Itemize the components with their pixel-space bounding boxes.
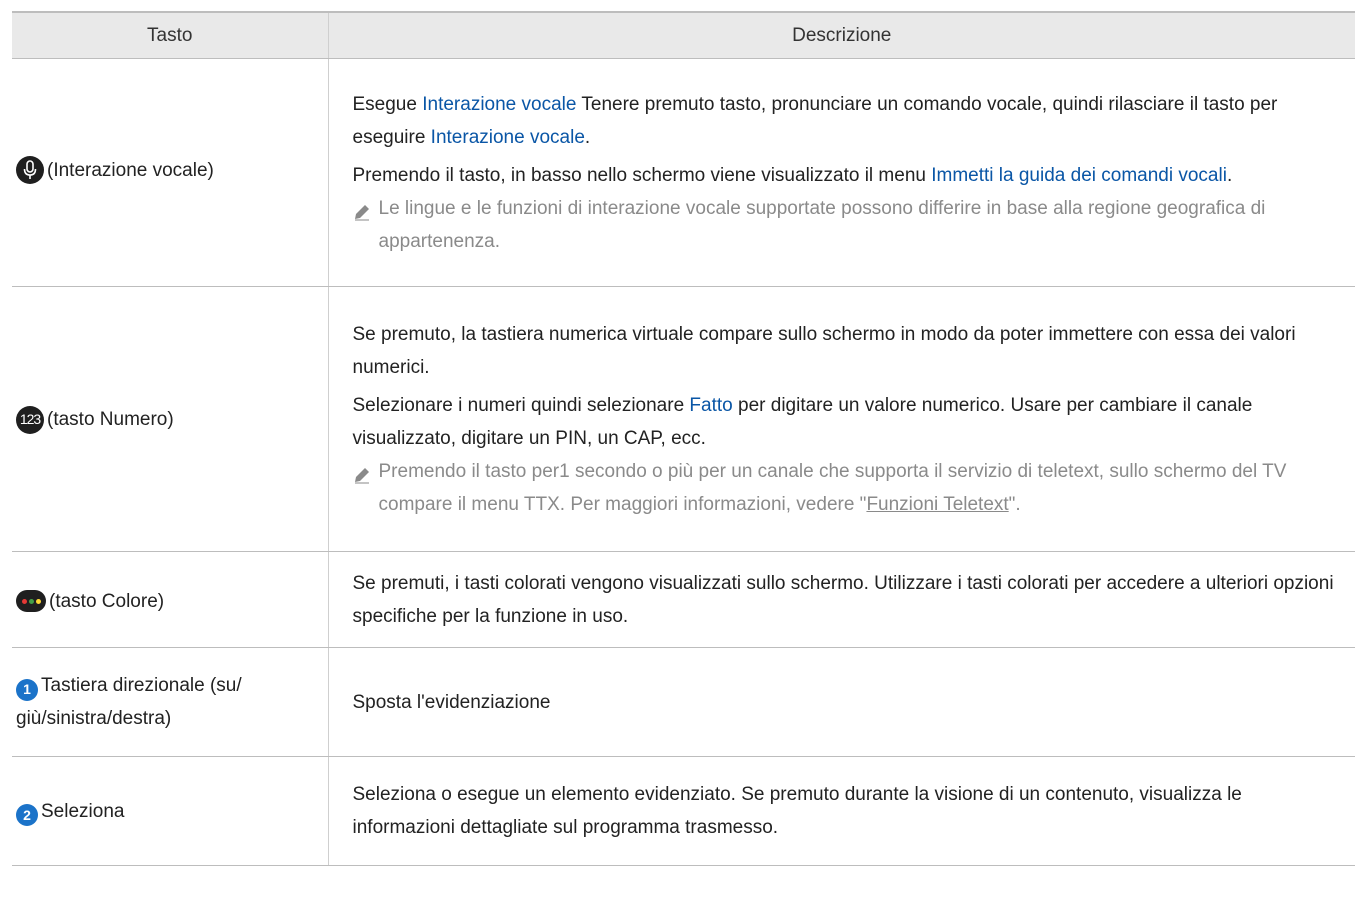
green-dot <box>28 598 34 604</box>
color-key-icon <box>16 590 46 612</box>
menu-link: Fatto <box>689 394 733 416</box>
description-cell-select: Seleziona o esegue un elemento evidenzia… <box>327 756 1355 866</box>
description-paragraph: Sposta l'evidenziazione <box>352 691 551 713</box>
description-paragraph: Selezionare i numeri quindi selezionare … <box>352 394 1253 449</box>
key-cell-select: 2 Seleziona <box>12 756 328 866</box>
badge-one-icon: 1 <box>16 678 38 701</box>
description-paragraph: Seleziona o esegue un elemento evidenzia… <box>352 784 1242 838</box>
key-label: (tasto Colore) <box>49 590 165 612</box>
note-text: Le lingue e le funzioni di interazione v… <box>378 197 1266 252</box>
table-row: 1 Tastiera direzionale (su/ giù/sinistra/… <box>12 647 1355 757</box>
note-text: Premendo il tasto per1 secondo o più per… <box>378 460 1287 515</box>
table-row: (Interazione vocale) Esegue Interazione … <box>12 58 1355 287</box>
key-label: Seleziona <box>41 800 125 822</box>
description-cell-voice: Esegue Interazione vocale Tenere premuto… <box>327 58 1355 287</box>
table-row: 123 (tasto Numero) Se premuto, la tastie… <box>12 286 1355 552</box>
yellow-dot <box>35 598 41 604</box>
pencil-icon <box>353 455 379 521</box>
description-cell-number: Se premuto, la tastiera numerica virtual… <box>327 286 1355 552</box>
number-key-icon: 123 <box>16 405 44 434</box>
table-header: Tasto Descrizione <box>12 11 1355 59</box>
red-dot <box>21 598 27 604</box>
header-description: Descrizione <box>327 11 1355 59</box>
note: Le lingue e le funzioni di interazione v… <box>353 192 1346 258</box>
key-label: (Interazione vocale) <box>47 159 214 181</box>
menu-link: Interazione vocale <box>430 126 585 148</box>
teletext-link[interactable]: Funzioni Teletext <box>866 494 1008 515</box>
description-cell-directional: Sposta l'evidenziazione <box>327 647 1355 757</box>
key-label: Tastiera direzionale (su/ giù/sinistra/d… <box>16 675 242 729</box>
description-paragraph: Premendo il tasto, in basso nello scherm… <box>352 164 1233 186</box>
microphone-icon <box>16 156 44 185</box>
menu-link: Immetti la guida dei comandi vocali <box>931 164 1227 186</box>
description-paragraph: Esegue Interazione vocale Tenere premuto… <box>352 93 1278 148</box>
description-paragraph: Se premuti, i tasti colorati vengono vis… <box>352 572 1334 627</box>
table-row: 2 Seleziona Seleziona o esegue un element… <box>12 756 1355 866</box>
page: Tasto Descrizione (Interazione vocale) E… <box>0 0 1357 901</box>
description-cell-color: Se premuti, i tasti colorati vengono vis… <box>327 551 1355 648</box>
table-row: (tasto Colore) Se premuti, i tasti color… <box>12 551 1355 648</box>
pencil-icon <box>353 192 379 258</box>
remote-keys-table: Tasto Descrizione (Interazione vocale) E… <box>12 11 1355 866</box>
menu-link: Interazione vocale <box>422 93 577 115</box>
key-cell-directional: 1 Tastiera direzionale (su/ giù/sinistra/… <box>12 647 328 757</box>
key-cell-voice: (Interazione vocale) <box>12 58 328 287</box>
note: Premendo il tasto per1 secondo o più per… <box>353 455 1346 521</box>
key-label: (tasto Numero) <box>47 409 174 430</box>
key-cell-color: (tasto Colore) <box>12 551 328 648</box>
badge-two-icon: 2 <box>16 804 38 826</box>
description-paragraph: Se premuto, la tastiera numerica virtual… <box>352 323 1296 378</box>
header-key: Tasto <box>12 11 328 59</box>
key-cell-number: 123 (tasto Numero) <box>12 286 328 552</box>
